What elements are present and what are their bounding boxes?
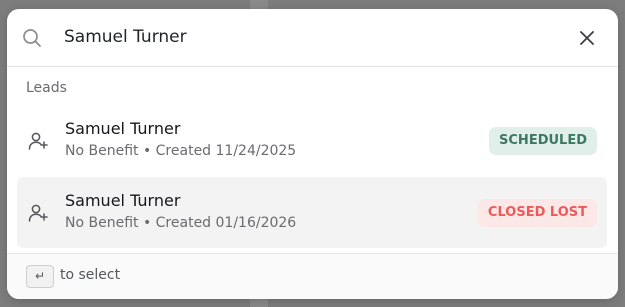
section-label-leads: Leads	[26, 80, 67, 96]
add-user-icon	[28, 132, 48, 150]
footer-hint-text: to select	[60, 267, 121, 283]
status-badge: CLOSED LOST	[477, 199, 597, 227]
status-badge: SCHEDULED	[489, 127, 597, 155]
lead-result-row[interactable]: Samuel Turner No Benefit • Created 01/16…	[17, 177, 607, 248]
lead-meta: No Benefit • Created 11/24/2025	[65, 143, 297, 159]
lead-name: Samuel Turner	[65, 119, 181, 138]
add-user-icon	[28, 204, 48, 222]
lead-result-row[interactable]: Samuel Turner No Benefit • Created 11/24…	[17, 105, 607, 176]
search-icon	[23, 29, 41, 47]
close-icon[interactable]	[576, 27, 598, 49]
lead-meta: No Benefit • Created 01/16/2026	[65, 215, 297, 231]
search-input[interactable]	[64, 23, 564, 51]
palette-footer: ↵ to select	[7, 253, 618, 299]
search-bar	[7, 9, 618, 67]
command-palette: Leads Samuel Turner No Benefit • Created…	[7, 9, 618, 299]
enter-key-icon: ↵	[26, 265, 54, 288]
lead-name: Samuel Turner	[65, 191, 181, 210]
